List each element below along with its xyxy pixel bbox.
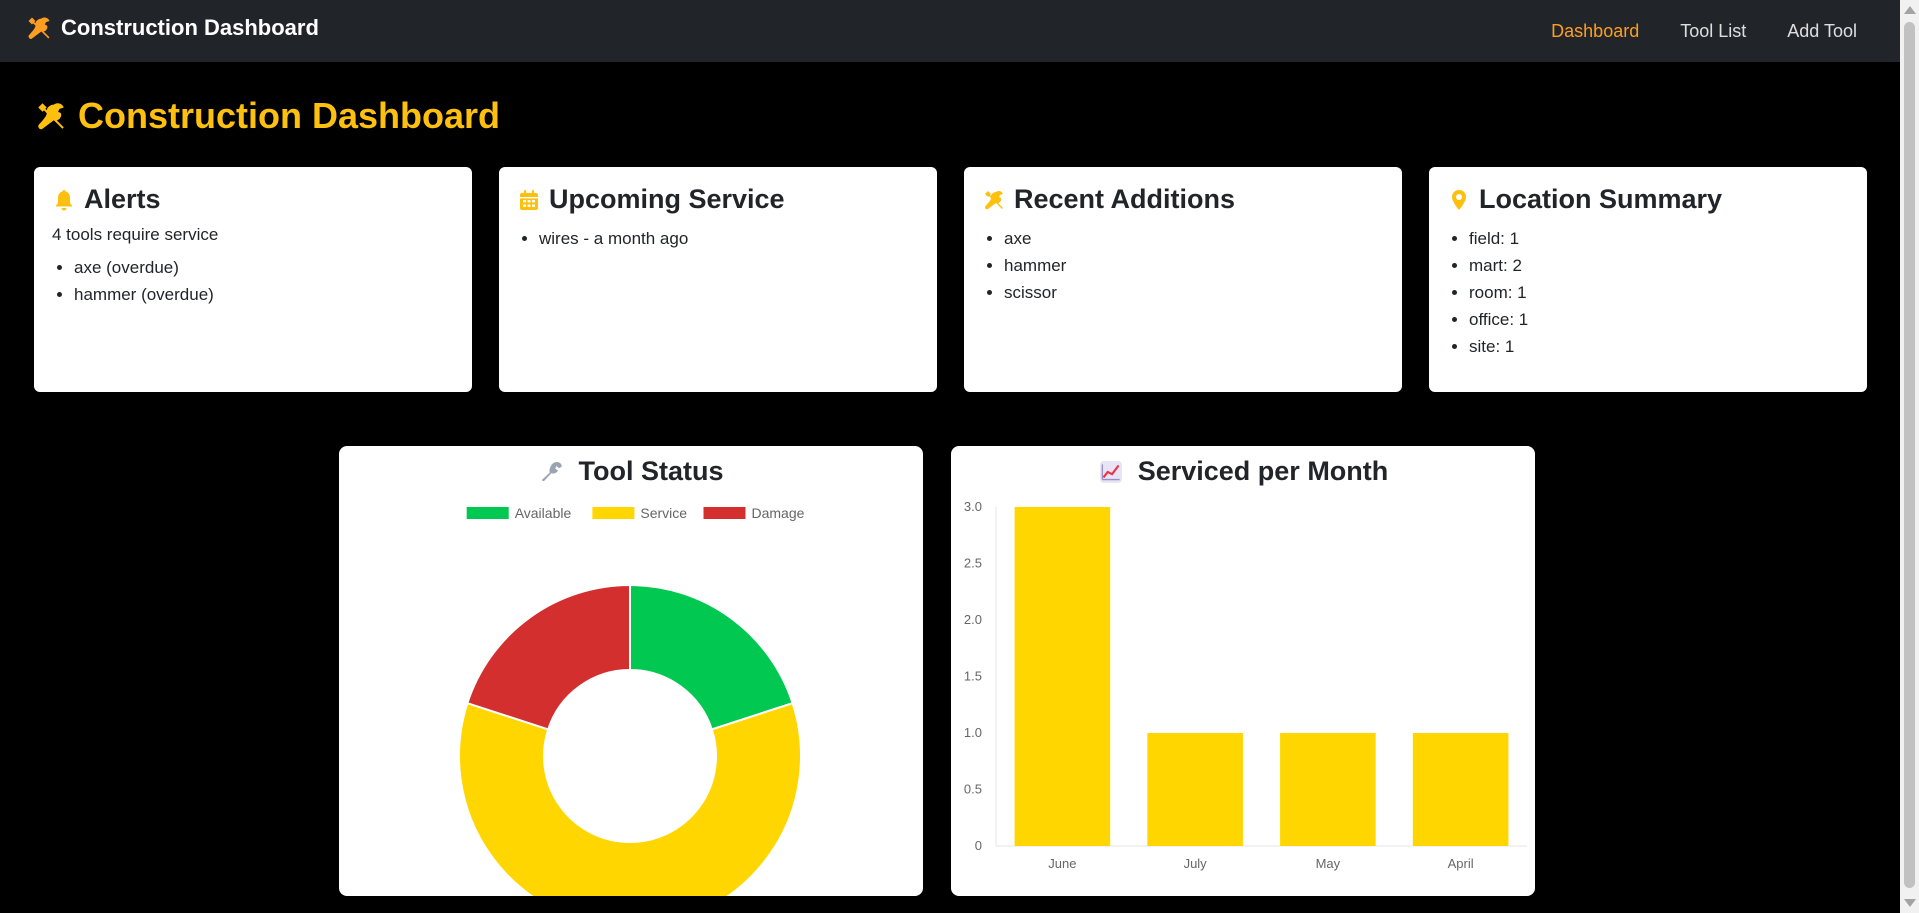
bar-april[interactable] <box>1412 733 1509 846</box>
location-summary-card: Location Summary field: 1 mart: 2 room: … <box>1429 167 1867 392</box>
nav-links: Dashboard Tool List Add Tool <box>1510 0 1857 62</box>
location-card-title: Location Summary <box>1479 184 1723 214</box>
y-tick-label: 2.0 <box>964 612 982 627</box>
alerts-card: Alerts 4 tools require service axe (over… <box>34 167 472 392</box>
legend-label: Available <box>515 505 572 521</box>
upcoming-service-card: Upcoming Service wires - a month ago <box>499 167 937 392</box>
y-tick-label: 0 <box>975 838 982 853</box>
bar-june[interactable] <box>1014 507 1111 846</box>
list-item: room: 1 <box>1469 279 1849 306</box>
upcoming-card-title: Upcoming Service <box>549 184 785 214</box>
legend-swatch <box>466 507 509 519</box>
wrench-icon <box>541 461 562 481</box>
page-title: Construction Dashboard <box>34 95 500 137</box>
bell-icon <box>56 189 72 210</box>
y-tick-label: 3.0 <box>964 499 982 514</box>
x-tick-label: June <box>1048 856 1076 871</box>
serviced-chart-header: Serviced per Month <box>951 456 1535 487</box>
list-item: mart: 2 <box>1469 252 1849 279</box>
map-pin-icon <box>1452 189 1466 210</box>
x-tick-label: April <box>1448 856 1474 871</box>
calendar-icon <box>520 189 538 210</box>
recent-additions-card: Recent Additions axe hammer scissor <box>964 167 1402 392</box>
serviced-chart-title: Serviced per Month <box>1137 456 1389 486</box>
list-item: site: 1 <box>1469 333 1849 360</box>
upcoming-list: wires - a month ago <box>517 225 919 252</box>
chart-increasing-icon <box>1099 460 1122 483</box>
upcoming-card-header: Upcoming Service <box>517 184 919 215</box>
recent-card-title: Recent Additions <box>1014 184 1236 214</box>
tool-status-chart-header: Tool Status <box>339 456 923 487</box>
nav-dashboard-link[interactable]: Dashboard <box>1551 21 1639 42</box>
scroll-up-arrow-icon[interactable] <box>1904 6 1916 14</box>
serviced-per-month-chart-card: 0 0.5 1.0 1.5 2.0 2.5 3.0 June July May April Serv… <box>951 446 1535 896</box>
tools-icon <box>985 190 1003 209</box>
vertical-scrollbar[interactable] <box>1900 0 1919 913</box>
legend-label: Service <box>640 505 687 521</box>
list-item: scissor <box>1004 279 1384 306</box>
pie-slice-service[interactable] <box>458 701 802 896</box>
location-card-header: Location Summary <box>1447 184 1849 215</box>
alerts-card-header: Alerts <box>52 184 454 215</box>
list-item: office: 1 <box>1469 306 1849 333</box>
bar-may[interactable] <box>1280 733 1376 846</box>
scroll-thumb[interactable] <box>1904 22 1915 888</box>
legend-item-available[interactable]: Available <box>466 505 572 521</box>
list-item: axe (overdue) <box>74 254 454 281</box>
list-item: hammer <box>1004 252 1384 279</box>
tools-icon <box>38 103 64 130</box>
bar-july[interactable] <box>1147 733 1243 846</box>
y-tick-label: 0.5 <box>964 782 982 797</box>
legend-item-service[interactable]: Service <box>592 505 687 521</box>
recent-card-header: Recent Additions <box>982 184 1384 215</box>
list-item: hammer (overdue) <box>74 281 454 308</box>
brand-text: Construction Dashboard <box>61 15 319 40</box>
tool-status-chart-card: Available Service Damage Tool Status <box>339 446 923 896</box>
x-tick-label: May <box>1316 856 1341 871</box>
navbar: Construction Dashboard Dashboard Tool Li… <box>0 0 1900 62</box>
list-item: wires - a month ago <box>539 225 919 252</box>
serviced-per-month-chart: 0 0.5 1.0 1.5 2.0 2.5 3.0 June July May April <box>964 499 1527 871</box>
alerts-card-title: Alerts <box>84 184 161 214</box>
legend-item-damage[interactable]: Damage <box>703 505 805 521</box>
list-item: field: 1 <box>1469 225 1849 252</box>
alerts-summary: 4 tools require service <box>52 225 219 244</box>
nav-tool-list-link[interactable]: Tool List <box>1680 21 1746 42</box>
legend-swatch <box>703 507 746 519</box>
location-list: field: 1 mart: 2 room: 1 office: 1 site:… <box>1447 225 1849 360</box>
legend-label: Damage <box>752 505 805 521</box>
tool-status-chart: Available Service Damage <box>458 505 805 896</box>
y-tick-label: 1.0 <box>964 725 982 740</box>
tool-status-chart-title: Tool Status <box>578 456 724 486</box>
nav-add-tool-link[interactable]: Add Tool <box>1787 21 1857 42</box>
y-tick-label: 1.5 <box>964 669 982 684</box>
y-tick-label: 2.5 <box>964 556 982 571</box>
scroll-down-arrow-icon[interactable] <box>1904 899 1916 907</box>
legend-swatch <box>592 507 635 519</box>
navbar-brand[interactable]: Construction Dashboard <box>25 14 319 42</box>
page-title-text: Construction Dashboard <box>78 95 501 136</box>
x-tick-label: July <box>1184 856 1208 871</box>
tools-icon <box>28 17 50 39</box>
pie-slice-damage[interactable] <box>466 583 631 731</box>
alerts-list: axe (overdue) hammer (overdue) <box>52 254 454 308</box>
pie-slice-available[interactable] <box>629 583 794 731</box>
recent-list: axe hammer scissor <box>982 225 1384 306</box>
list-item: axe <box>1004 225 1384 252</box>
